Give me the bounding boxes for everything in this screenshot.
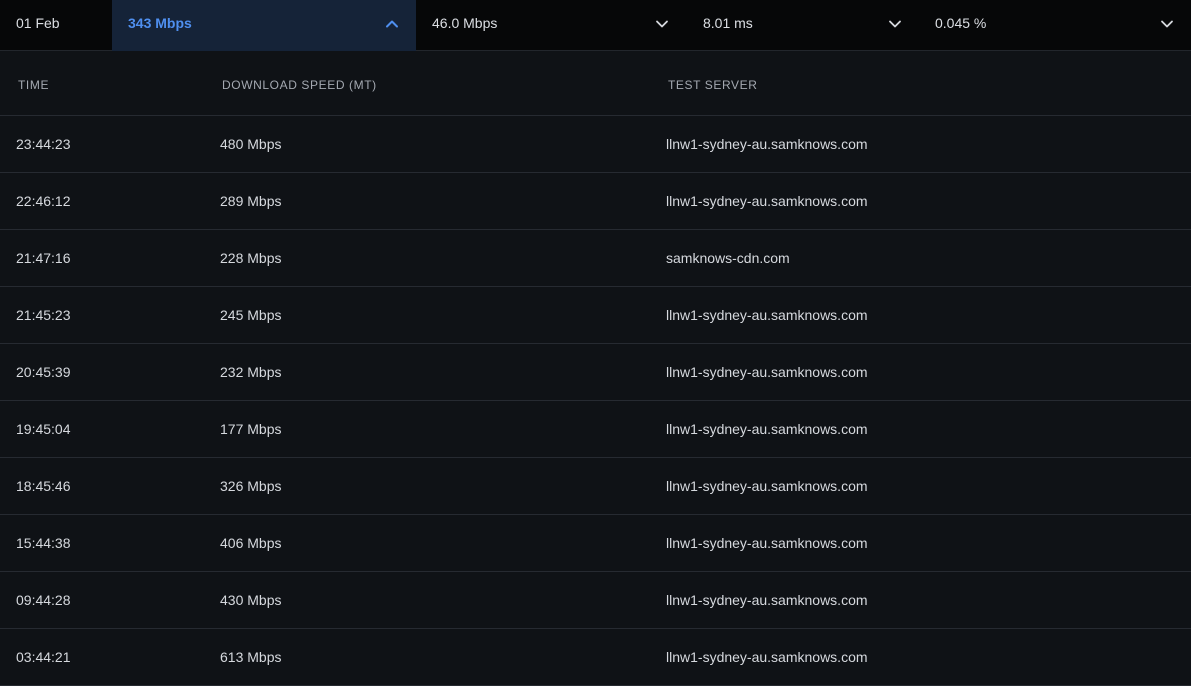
- cell-download-speed: 613 Mbps: [220, 649, 282, 665]
- cell-test-server: llnw1-sydney-au.samknows.com: [666, 592, 868, 608]
- table-row: 19:45:04 177 Mbps llnw1-sydney-au.samkno…: [0, 401, 1191, 458]
- cell-download-speed: 430 Mbps: [220, 592, 282, 608]
- chevron-down-icon: [1161, 20, 1173, 28]
- latency-value: 8.01 ms: [703, 15, 753, 31]
- cell-test-server: llnw1-sydney-au.samknows.com: [666, 649, 868, 665]
- date-label: 01 Feb: [16, 15, 60, 31]
- cell-download-speed: 326 Mbps: [220, 478, 282, 494]
- packet-loss-metric-toggle[interactable]: 0.045 %: [919, 0, 1191, 51]
- cell-time: 22:46:12: [16, 193, 71, 209]
- cell-download-speed: 177 Mbps: [220, 421, 282, 437]
- cell-time: 09:44:28: [16, 592, 71, 608]
- cell-test-server: llnw1-sydney-au.samknows.com: [666, 535, 868, 551]
- table-row: 15:44:38 406 Mbps llnw1-sydney-au.samkno…: [0, 515, 1191, 572]
- cell-time: 21:47:16: [16, 250, 71, 266]
- cell-test-server: llnw1-sydney-au.samknows.com: [666, 478, 868, 494]
- table-header: TIME DOWNLOAD SPEED (MT) TEST SERVER: [0, 52, 1191, 116]
- latency-metric-toggle[interactable]: 8.01 ms: [688, 0, 919, 51]
- cell-download-speed: 289 Mbps: [220, 193, 282, 209]
- table-row: 22:46:12 289 Mbps llnw1-sydney-au.samkno…: [0, 173, 1191, 230]
- table-row: 18:45:46 326 Mbps llnw1-sydney-au.samkno…: [0, 458, 1191, 515]
- upload-metric-toggle[interactable]: 46.0 Mbps: [416, 0, 688, 51]
- column-header-time: TIME: [18, 78, 50, 92]
- column-header-test-server: TEST SERVER: [668, 78, 758, 92]
- results-table-body: 23:44:23 480 Mbps llnw1-sydney-au.samkno…: [0, 116, 1191, 686]
- packet-loss-value: 0.045 %: [935, 15, 987, 31]
- cell-time: 15:44:38: [16, 535, 71, 551]
- cell-time: 18:45:46: [16, 478, 71, 494]
- cell-time: 21:45:23: [16, 307, 71, 323]
- cell-test-server: llnw1-sydney-au.samknows.com: [666, 193, 868, 209]
- cell-test-server: llnw1-sydney-au.samknows.com: [666, 421, 868, 437]
- date-cell: 01 Feb: [0, 0, 112, 51]
- download-value: 343 Mbps: [128, 15, 192, 31]
- cell-test-server: llnw1-sydney-au.samknows.com: [666, 136, 868, 152]
- chevron-down-icon: [656, 20, 668, 28]
- cell-time: 23:44:23: [16, 136, 71, 152]
- cell-download-speed: 480 Mbps: [220, 136, 282, 152]
- download-metric-toggle[interactable]: 343 Mbps: [112, 0, 416, 51]
- table-row: 21:45:23 245 Mbps llnw1-sydney-au.samkno…: [0, 287, 1191, 344]
- chevron-up-icon: [386, 20, 398, 28]
- cell-download-speed: 245 Mbps: [220, 307, 282, 323]
- cell-test-server: llnw1-sydney-au.samknows.com: [666, 307, 868, 323]
- table-row: 20:45:39 232 Mbps llnw1-sydney-au.samkno…: [0, 344, 1191, 401]
- table-row: 23:44:23 480 Mbps llnw1-sydney-au.samkno…: [0, 116, 1191, 173]
- cell-time: 03:44:21: [16, 649, 71, 665]
- upload-value: 46.0 Mbps: [432, 15, 498, 31]
- summary-bar: 01 Feb 343 Mbps 46.0 Mbps 8.01 ms 0.045 …: [0, 0, 1191, 51]
- cell-time: 20:45:39: [16, 364, 71, 380]
- table-row: 09:44:28 430 Mbps llnw1-sydney-au.samkno…: [0, 572, 1191, 629]
- table-row: 03:44:21 613 Mbps llnw1-sydney-au.samkno…: [0, 629, 1191, 686]
- cell-download-speed: 232 Mbps: [220, 364, 282, 380]
- table-row: 21:47:16 228 Mbps samknows-cdn.com: [0, 230, 1191, 287]
- column-header-download-speed: DOWNLOAD SPEED (MT): [222, 78, 377, 92]
- cell-test-server: llnw1-sydney-au.samknows.com: [666, 364, 868, 380]
- chevron-down-icon: [889, 20, 901, 28]
- cell-test-server: samknows-cdn.com: [666, 250, 790, 266]
- cell-time: 19:45:04: [16, 421, 71, 437]
- cell-download-speed: 228 Mbps: [220, 250, 282, 266]
- cell-download-speed: 406 Mbps: [220, 535, 282, 551]
